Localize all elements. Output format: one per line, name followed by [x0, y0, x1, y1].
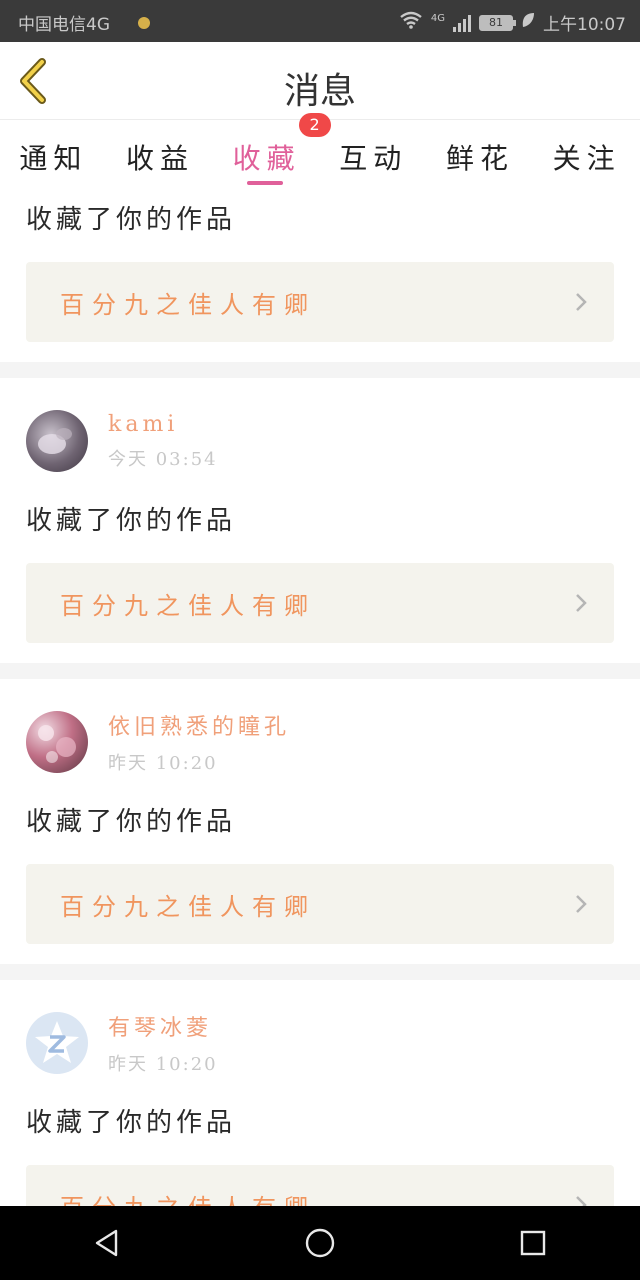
tab-bar: 通知 收益 收藏 2 互动 鲜花 关注	[0, 113, 640, 187]
carrier-label: 中国电信4G	[18, 15, 110, 35]
battery-level: 81	[489, 16, 503, 29]
unread-badge: 2	[298, 113, 331, 137]
tab-following[interactable]: 关注	[553, 121, 621, 187]
work-title: 百分九之佳人有卿	[60, 591, 316, 620]
action-text: 收藏了你的作品	[26, 205, 237, 235]
list-item: 收藏了你的作品 百分九之佳人有卿	[0, 187, 640, 378]
username[interactable]: 依旧熟悉的瞳孔	[108, 709, 290, 741]
list-item: 有琴冰菱 昨天 10:20 收藏了你的作品 百分九之佳人有卿	[0, 980, 640, 1206]
tab-favorites[interactable]: 收藏 2	[232, 113, 331, 187]
action-text: 收藏了你的作品	[26, 1108, 237, 1138]
avatar[interactable]	[26, 1012, 88, 1074]
signal-icon	[453, 14, 471, 32]
avatar[interactable]	[26, 410, 88, 472]
tab-interactions[interactable]: 互动	[339, 121, 407, 187]
app-header: 消息	[0, 42, 640, 120]
nav-back-button[interactable]	[77, 1213, 137, 1273]
username[interactable]: 有琴冰菱	[108, 1010, 218, 1042]
action-text: 收藏了你的作品	[26, 506, 237, 536]
tab-label: 互动	[339, 142, 408, 175]
default-avatar-icon	[35, 1021, 79, 1063]
clock-time: 上午10:07	[543, 15, 626, 35]
wifi-icon	[399, 11, 423, 34]
work-title: 百分九之佳人有卿	[60, 290, 316, 319]
work-link[interactable]: 百分九之佳人有卿	[26, 262, 614, 342]
square-recents-icon	[521, 1230, 546, 1256]
chevron-right-icon	[576, 1196, 587, 1206]
tab-notifications[interactable]: 通知	[19, 121, 87, 187]
timestamp: 昨天 10:20	[108, 1054, 218, 1075]
chevron-right-icon	[576, 293, 587, 311]
work-title: 百分九之佳人有卿	[60, 892, 316, 921]
tab-label: 收益	[125, 142, 194, 175]
page-title: 消息	[283, 71, 356, 112]
work-title: 百分九之佳人有卿	[60, 1188, 316, 1207]
username[interactable]: kami	[108, 412, 218, 437]
chevron-right-icon	[576, 895, 587, 913]
tab-label: 关注	[552, 142, 621, 175]
system-nav-bar	[0, 1206, 640, 1280]
tab-flowers[interactable]: 鲜花	[446, 121, 514, 187]
battery-icon: 81	[479, 14, 516, 31]
nav-recents-button[interactable]	[503, 1213, 563, 1273]
leaf-icon	[521, 12, 535, 33]
triangle-back-icon	[95, 1229, 117, 1257]
timestamp: 昨天 10:20	[108, 753, 218, 774]
list-item: 依旧熟悉的瞳孔 昨天 10:20 收藏了你的作品 百分九之佳人有卿	[0, 679, 640, 980]
circle-home-icon	[305, 1228, 335, 1258]
chevron-right-icon	[576, 594, 587, 612]
action-text: 收藏了你的作品	[26, 807, 237, 837]
network-type: 4G	[430, 13, 445, 24]
status-bar: 中国电信4G 4G 81 上午10:07	[0, 0, 640, 42]
work-link[interactable]: 百分九之佳人有卿	[26, 864, 614, 944]
work-link[interactable]: 百分九之佳人有卿	[26, 1165, 614, 1206]
tab-label: 通知	[19, 142, 88, 175]
avatar[interactable]	[26, 711, 88, 773]
tab-label: 鲜花	[445, 142, 514, 175]
timestamp: 今天 03:54	[108, 448, 218, 470]
message-feed[interactable]: 收藏了你的作品 百分九之佳人有卿 kami 今天 03:54 收藏了你的作品 百…	[0, 187, 640, 1206]
tab-label: 收藏	[232, 142, 301, 175]
list-item: kami 今天 03:54 收藏了你的作品 百分九之佳人有卿	[0, 378, 640, 679]
notification-icon	[138, 16, 150, 29]
work-link[interactable]: 百分九之佳人有卿	[26, 563, 614, 643]
tab-earnings[interactable]: 收益	[126, 121, 194, 187]
nav-home-button[interactable]	[290, 1213, 350, 1273]
